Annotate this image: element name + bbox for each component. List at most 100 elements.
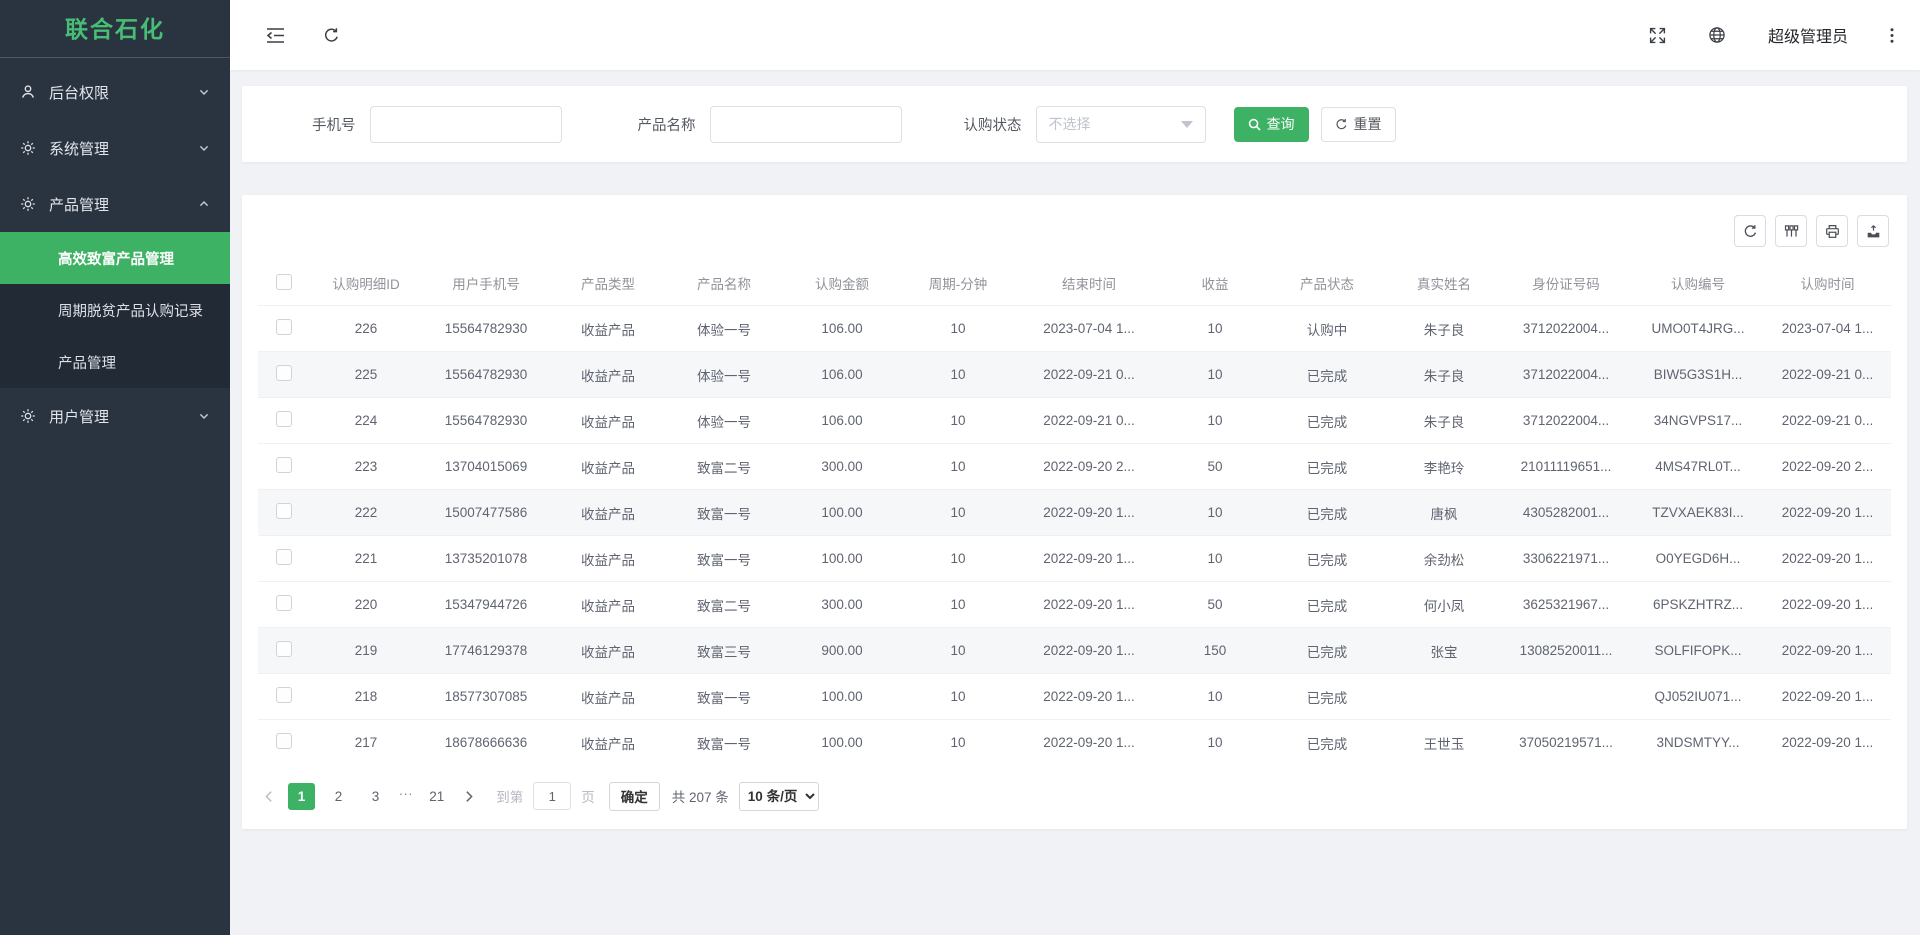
column-header: 认购金额 — [782, 263, 902, 306]
sidebar-item-user-management[interactable]: 用户管理 — [0, 388, 230, 444]
column-header: 真实姓名 — [1388, 263, 1500, 306]
reset-icon — [1335, 118, 1348, 131]
more-pages[interactable]: ... — [399, 783, 413, 810]
search-button[interactable]: 查询 — [1234, 107, 1309, 142]
columns-icon-button[interactable] — [1775, 215, 1807, 247]
table-row: 22615564782930收益产品体验一号106.00102023-07-04… — [258, 306, 1891, 352]
cell-type: 收益产品 — [550, 536, 666, 582]
cell-status: 已完成 — [1266, 490, 1388, 536]
goto-page-input[interactable] — [533, 782, 571, 810]
cell-name: 致富一号 — [666, 720, 782, 766]
cell-amount: 100.00 — [782, 720, 902, 766]
cell-code: 3NDSMTYY... — [1632, 720, 1764, 766]
cell-status: 已完成 — [1266, 536, 1388, 582]
cell-buy_time: 2022-09-20 1... — [1764, 628, 1891, 674]
collapse-sidebar-icon[interactable] — [266, 27, 285, 44]
page-button-1[interactable]: 1 — [288, 783, 315, 810]
sidebar-subitem-efficient-rich-product-management[interactable]: 高效致富产品管理 — [0, 232, 230, 284]
row-checkbox[interactable] — [276, 457, 292, 473]
cell-code: TZVXAEK83I... — [1632, 490, 1764, 536]
column-header: 认购明细ID — [310, 263, 422, 306]
cell-type: 收益产品 — [550, 628, 666, 674]
sidebar-item-product-management[interactable]: 产品管理 — [0, 176, 230, 232]
page-button-3[interactable]: 3 — [362, 783, 389, 810]
row-checkbox[interactable] — [276, 503, 292, 519]
cell-amount: 300.00 — [782, 582, 902, 628]
filter-phone-group: 手机号 — [312, 106, 562, 143]
admin-name[interactable]: 超级管理员 — [1768, 23, 1848, 47]
table-row: 22515564782930收益产品体验一号106.00102022-09-21… — [258, 352, 1891, 398]
status-select[interactable]: 不选择 — [1036, 106, 1206, 143]
export-button[interactable] — [1857, 215, 1889, 247]
prev-page-icon[interactable] — [260, 790, 278, 803]
table-header-row: 认购明细ID用户手机号产品类型产品名称认购金额周期-分钟结束时间收益产品状态真实… — [258, 263, 1891, 306]
refresh-icon[interactable] — [323, 27, 340, 44]
cell-end_time: 2022-09-20 1... — [1014, 720, 1164, 766]
kebab-menu-icon[interactable] — [1890, 27, 1894, 44]
cell-amount: 900.00 — [782, 628, 902, 674]
product-name-input[interactable] — [710, 106, 902, 143]
page-button-2[interactable]: 2 — [325, 783, 352, 810]
page-button-21[interactable]: 21 — [423, 783, 450, 810]
filter-card: 手机号 产品名称 认购状态 不选择 查询 — [242, 86, 1907, 162]
cell-phone: 15007477586 — [422, 490, 550, 536]
cell-period: 10 — [902, 398, 1014, 444]
table-refresh-button[interactable] — [1734, 215, 1766, 247]
cell-type: 收益产品 — [550, 674, 666, 720]
fullscreen-icon[interactable] — [1649, 27, 1666, 44]
cell-real_name: 李艳玲 — [1388, 444, 1500, 490]
row-checkbox[interactable] — [276, 319, 292, 335]
cell-end_time: 2022-09-20 1... — [1014, 628, 1164, 674]
sidebar-item-system-management[interactable]: 系统管理 — [0, 120, 230, 176]
cell-code: UMO0T4JRG... — [1632, 306, 1764, 352]
chevron-down-icon — [198, 142, 210, 154]
cell-id_card: 13082520011... — [1500, 628, 1632, 674]
next-page-icon[interactable] — [460, 790, 478, 803]
column-header: 认购时间 — [1764, 263, 1891, 306]
table-card: 认购明细ID用户手机号产品类型产品名称认购金额周期-分钟结束时间收益产品状态真实… — [242, 195, 1907, 829]
cell-period: 10 — [902, 352, 1014, 398]
sidebar-subitem-cycle-poverty-purchase-records[interactable]: 周期脱贫产品认购记录 — [0, 284, 230, 336]
cell-period: 10 — [902, 582, 1014, 628]
reset-button[interactable]: 重置 — [1321, 107, 1396, 142]
status-placeholder: 不选择 — [1049, 114, 1181, 134]
column-header: 产品名称 — [666, 263, 782, 306]
cell-type: 收益产品 — [550, 398, 666, 444]
cell-profit: 50 — [1164, 444, 1266, 490]
cell-profit: 10 — [1164, 398, 1266, 444]
cell-status: 已完成 — [1266, 352, 1388, 398]
row-checkbox[interactable] — [276, 411, 292, 427]
select-all-checkbox[interactable] — [276, 274, 292, 290]
row-checkbox[interactable] — [276, 687, 292, 703]
cell-name: 致富一号 — [666, 490, 782, 536]
cell-type: 收益产品 — [550, 444, 666, 490]
row-checkbox[interactable] — [276, 733, 292, 749]
row-checkbox[interactable] — [276, 595, 292, 611]
confirm-page-button[interactable]: 确定 — [609, 782, 660, 811]
cell-code: 4MS47RL0T... — [1632, 444, 1764, 490]
gear-icon — [20, 140, 37, 157]
cell-buy_time: 2022-09-20 1... — [1764, 720, 1891, 766]
sidebar-subitem-product-management-sub[interactable]: 产品管理 — [0, 336, 230, 388]
row-checkbox[interactable] — [276, 549, 292, 565]
row-checkbox[interactable] — [276, 365, 292, 381]
cell-type: 收益产品 — [550, 720, 666, 766]
print-button[interactable] — [1816, 215, 1848, 247]
row-checkbox[interactable] — [276, 641, 292, 657]
cell-id_card: 4305282001... — [1500, 490, 1632, 536]
globe-icon[interactable] — [1708, 26, 1726, 44]
status-label: 认购状态 — [964, 114, 1022, 135]
cell-id: 220 — [310, 582, 422, 628]
cell-phone: 17746129378 — [422, 628, 550, 674]
phone-input[interactable] — [370, 106, 562, 143]
cell-profit: 10 — [1164, 352, 1266, 398]
cell-real_name: 朱子良 — [1388, 306, 1500, 352]
total-count-label: 共 207 条 — [672, 786, 729, 806]
cell-buy_time: 2022-09-20 1... — [1764, 536, 1891, 582]
cell-buy_time: 2023-07-04 1... — [1764, 306, 1891, 352]
cell-code: 34NGVPS17... — [1632, 398, 1764, 444]
cell-status: 已完成 — [1266, 720, 1388, 766]
sidebar-item-backend-permissions[interactable]: 后台权限 — [0, 64, 230, 120]
per-page-select[interactable]: 10 条/页 — [739, 782, 819, 811]
sidebar-item-label: 后台权限 — [49, 82, 109, 103]
